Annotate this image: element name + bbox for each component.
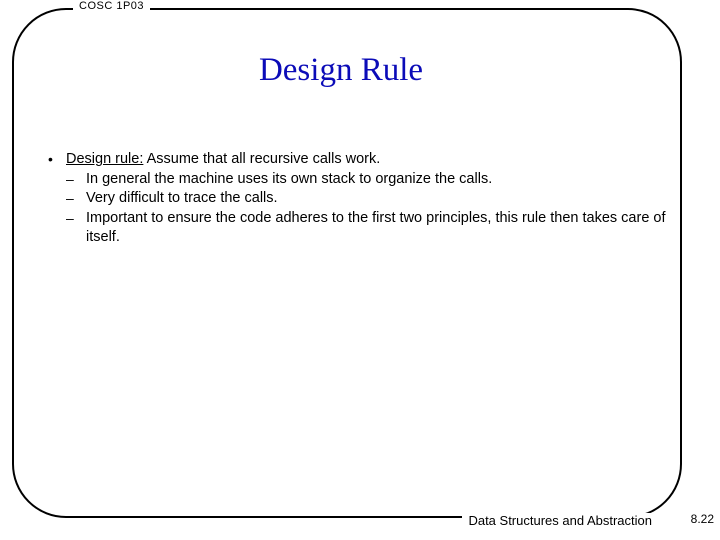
bullet-text: Design rule: Assume that all recursive c… xyxy=(66,150,668,170)
bullet-item: • Design rule: Assume that all recursive… xyxy=(44,150,668,170)
slide-content: • Design rule: Assume that all recursive… xyxy=(44,150,668,248)
sub-text: In general the machine uses its own stac… xyxy=(86,170,668,190)
sub-marker: – xyxy=(66,189,86,209)
sub-marker: – xyxy=(66,209,86,248)
page-number: 8.22 xyxy=(691,512,714,526)
sub-text: Important to ensure the code adheres to … xyxy=(86,209,668,248)
sub-bullet-item: – Very difficult to trace the calls. xyxy=(44,189,668,209)
sub-text: Very difficult to trace the calls. xyxy=(86,189,668,209)
sub-bullet-item: – Important to ensure the code adheres t… xyxy=(44,209,668,248)
bullet-rest: Assume that all recursive calls work. xyxy=(143,151,380,167)
bullet-lead: Design rule: xyxy=(66,151,143,167)
course-code-label: COSC 1P03 xyxy=(73,0,150,12)
sub-marker: – xyxy=(66,170,86,190)
sub-bullet-item: – In general the machine uses its own st… xyxy=(44,170,668,190)
bullet-marker: • xyxy=(44,150,66,170)
slide-title: Design Rule xyxy=(0,52,682,89)
footer-course-title: Data Structures and Abstraction xyxy=(462,513,658,528)
